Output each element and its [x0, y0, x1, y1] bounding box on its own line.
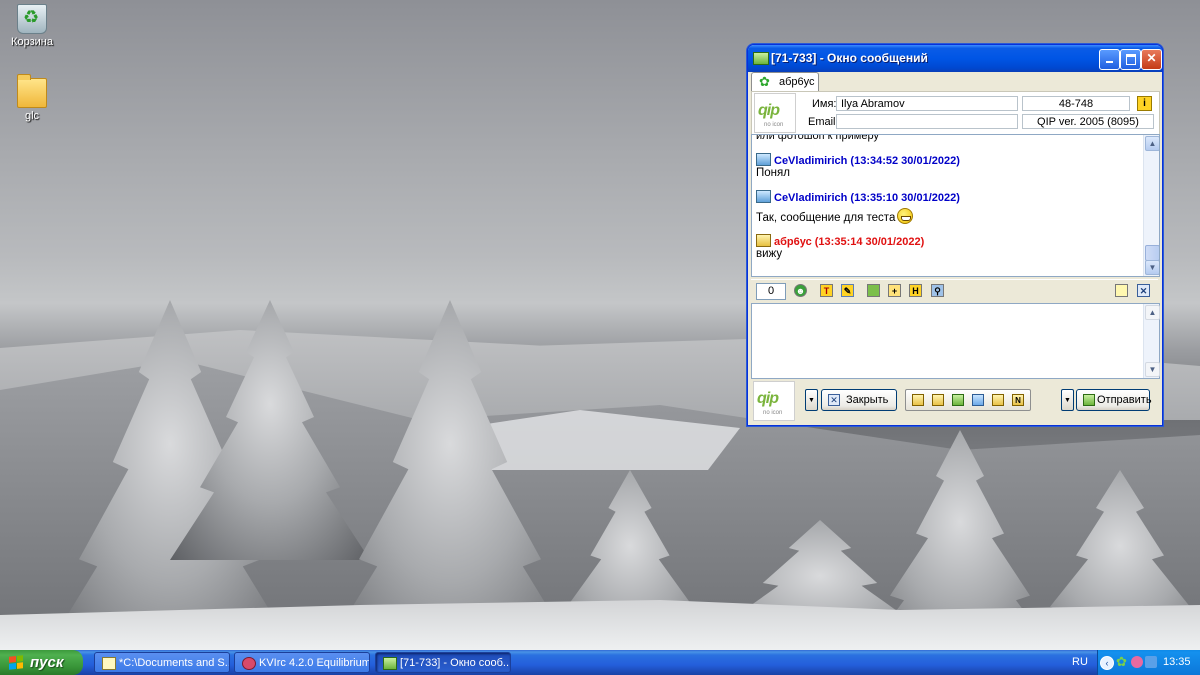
add-contact-icon[interactable]: + — [888, 284, 901, 297]
bottom-controls: qip no icon ▼ ✕ Закрыть N ▼ Отправить — [751, 379, 1158, 423]
message-text: вижу — [756, 248, 783, 260]
uin-field[interactable]: 48-748 — [1022, 96, 1130, 111]
close-window-button[interactable]: ✕ — [1141, 49, 1162, 70]
qip-logo-text: qip — [757, 390, 779, 407]
scroll-thumb[interactable] — [1145, 245, 1159, 261]
send-button[interactable]: Отправить — [1076, 389, 1152, 411]
paint-icon[interactable]: ✎ — [841, 284, 854, 297]
scroll-up-icon[interactable]: ▲ — [1145, 305, 1160, 320]
kvirc-icon — [242, 657, 256, 670]
message-window-icon — [753, 52, 769, 65]
window-title: [71-733] - Окно сообщений — [771, 51, 928, 65]
desktop-icon-label: Корзина — [11, 36, 53, 48]
history-scrollbar[interactable]: ▲ ▼ — [1143, 135, 1159, 276]
start-label: пуск — [30, 654, 64, 671]
message-header: CeVladimirich (13:35:10 30/01/2022) — [756, 190, 960, 204]
note-icon[interactable] — [1115, 284, 1128, 297]
close-options-dropdown[interactable]: ▼ — [805, 389, 818, 411]
qip-logo: qip no icon — [753, 381, 795, 421]
message-input[interactable]: ▲ ▼ — [751, 303, 1160, 379]
recycle-bin-icon — [17, 4, 47, 34]
incoming-message-icon — [756, 234, 771, 247]
network-icon[interactable] — [1145, 656, 1157, 668]
book-icon[interactable] — [952, 394, 964, 406]
name-field[interactable]: Ilya Abramov — [836, 96, 1018, 111]
contact-tab-bar: ✿ абр6ус — [751, 72, 1158, 92]
scroll-up-icon[interactable]: ▲ — [1145, 136, 1159, 151]
contact-card-icon[interactable] — [932, 394, 944, 406]
avatar-subtext: no icon — [764, 122, 784, 128]
find-icon[interactable]: ⚲ — [931, 284, 944, 297]
contact-info-panel: qip no icon Имя: Ilya Abramov Email: 48-… — [751, 91, 1160, 135]
client-version-field[interactable]: QIP ver. 2005 (8095) — [1022, 114, 1154, 129]
tab-contact[interactable]: ✿ абр6ус — [751, 72, 819, 92]
message-header: CeVladimirich (13:34:52 30/01/2022) — [756, 153, 960, 167]
clear-icon[interactable]: ✕ — [1137, 284, 1150, 297]
windows-flag-icon — [9, 655, 23, 670]
history-icon[interactable]: H — [909, 284, 922, 297]
users-icon[interactable] — [972, 394, 984, 406]
avatar-logo-text: qip — [758, 102, 780, 119]
clock[interactable]: 13:35 — [1163, 656, 1191, 668]
kvirc-tray-icon[interactable] — [1131, 656, 1143, 668]
taskbar-item-notepad[interactable]: *C:\Documents and S... — [94, 652, 230, 673]
desktop-icon-label: glc — [24, 110, 40, 122]
minimize-button[interactable] — [1099, 49, 1120, 70]
outgoing-message-icon — [756, 190, 771, 203]
message-window: [71-733] - Окно сообщений ✕ ✿ абр6ус qip… — [747, 44, 1163, 426]
message-text: Так, сообщение для теста — [756, 208, 914, 224]
tray-expand-icon[interactable]: ‹ — [1100, 656, 1114, 670]
scroll-down-icon[interactable]: ▼ — [1145, 362, 1160, 377]
minimize-icon — [1106, 61, 1113, 63]
qip-flower-icon[interactable]: ✿ — [1116, 655, 1128, 668]
note-n-icon[interactable]: N — [1012, 394, 1024, 406]
taskbar: пуск *C:\Documents and S... KVIrc 4.2.0 … — [0, 650, 1200, 675]
taskbar-item-kvirc[interactable]: KVIrc 4.2.0 Equilibrium — [234, 652, 370, 673]
desktop-icon-recycle-bin[interactable]: Корзина — [0, 4, 64, 48]
status-icon[interactable] — [912, 394, 924, 406]
grin-smiley-icon — [897, 208, 914, 224]
email-label: Email: — [808, 116, 839, 128]
contact-avatar: qip no icon — [754, 93, 796, 133]
close-icon: ✕ — [828, 394, 840, 406]
contact-details-icon[interactable]: i — [1137, 96, 1152, 111]
char-counter: 0 — [756, 283, 786, 300]
folder-icon — [17, 74, 47, 108]
outgoing-message-icon — [756, 153, 771, 166]
taskbar-item-qip-message-window[interactable]: [71-733] - Окно сооб... — [375, 652, 511, 673]
close-icon: ✕ — [1146, 51, 1157, 65]
save-icon[interactable] — [867, 284, 880, 297]
name-label: Имя: — [812, 98, 837, 110]
maximize-button[interactable] — [1120, 49, 1141, 70]
smiley-icon[interactable]: ☻ — [794, 284, 807, 297]
history-cut-line: или фотошоп к примеру — [756, 134, 879, 142]
email-field[interactable] — [836, 114, 1018, 129]
input-scrollbar[interactable]: ▲ ▼ — [1143, 304, 1160, 378]
message-window-icon — [383, 657, 397, 670]
message-header: абр6ус (13:35:14 30/01/2022) — [756, 234, 924, 248]
message-toolbar: 0 ☻ T ✎ + H ⚲ ✕ — [751, 279, 1158, 302]
send-icon — [1083, 394, 1095, 406]
message-history[interactable]: или фотошоп к примеру CeVladimirich (13:… — [751, 134, 1160, 277]
contact-actions-bar: N — [905, 389, 1031, 411]
notepad-icon — [102, 657, 116, 670]
scroll-down-icon[interactable]: ▼ — [1145, 260, 1159, 275]
start-button[interactable]: пуск — [0, 650, 83, 675]
language-indicator[interactable]: RU — [1072, 656, 1088, 668]
online-status-flower-icon: ✿ — [759, 74, 770, 89]
close-button[interactable]: ✕ Закрыть — [821, 389, 897, 411]
maximize-icon — [1125, 54, 1136, 65]
tab-label: абр6ус — [779, 76, 815, 88]
qip-logo-subtext: no icon — [763, 410, 783, 416]
window-titlebar[interactable]: [71-733] - Окно сообщений ✕ — [748, 45, 1162, 72]
message-text: Понял — [756, 167, 790, 179]
file-icon[interactable] — [992, 394, 1004, 406]
desktop-icon-glc-folder[interactable]: glc — [0, 74, 64, 122]
send-options-dropdown[interactable]: ▼ — [1061, 389, 1074, 411]
text-format-icon[interactable]: T — [820, 284, 833, 297]
